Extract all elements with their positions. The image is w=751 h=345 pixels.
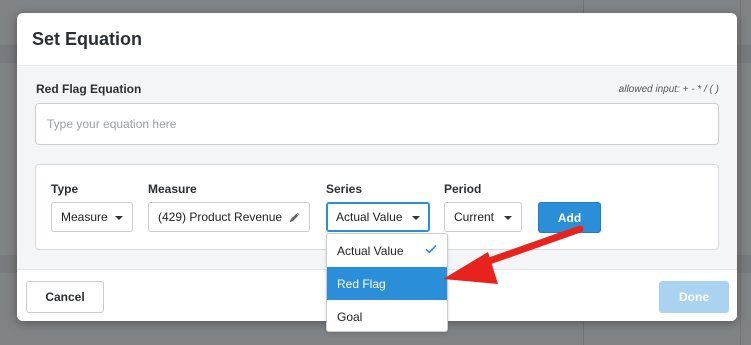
measure-select[interactable]: (429) Product Revenue <box>148 202 310 232</box>
pencil-icon[interactable] <box>289 211 301 223</box>
measure-label: Measure <box>148 182 197 196</box>
caret-down-icon <box>504 216 512 220</box>
equation-input[interactable] <box>35 103 719 145</box>
period-label: Period <box>444 182 482 196</box>
type-select[interactable]: Measure <box>51 202 133 232</box>
series-option-red-flag[interactable]: Red Flag <box>327 267 447 300</box>
series-option-goal[interactable]: Goal <box>327 300 447 331</box>
caret-down-icon <box>412 216 420 220</box>
caret-down-icon <box>115 216 123 220</box>
measure-select-value: (429) Product Revenue <box>158 210 283 224</box>
modal-title: Set Equation <box>32 28 143 49</box>
checkmark-icon <box>425 244 437 254</box>
series-select-value: Actual Value <box>336 210 403 224</box>
equation-label: Red Flag Equation <box>36 82 142 96</box>
allowed-input-hint: allowed input: + - * / ( ) <box>618 84 719 95</box>
period-select[interactable]: Current <box>444 202 522 232</box>
done-button[interactable]: Done <box>659 281 729 313</box>
type-select-value: Measure <box>61 210 108 224</box>
period-select-value: Current <box>454 210 495 224</box>
series-option-actual-value[interactable]: Actual Value <box>327 234 447 267</box>
series-label: Series <box>326 182 363 196</box>
type-label: Type <box>51 182 79 196</box>
cancel-button[interactable]: Cancel <box>26 281 104 313</box>
series-option-label: Actual Value <box>337 243 404 258</box>
series-option-label: Red Flag <box>337 276 386 291</box>
series-option-label: Goal <box>337 309 363 324</box>
add-button[interactable]: Add <box>538 202 601 233</box>
series-dropdown-menu: Actual Value Red Flag Goal <box>326 233 448 332</box>
modal-header: Set Equation <box>17 13 737 66</box>
series-select[interactable]: Actual Value <box>326 202 430 232</box>
